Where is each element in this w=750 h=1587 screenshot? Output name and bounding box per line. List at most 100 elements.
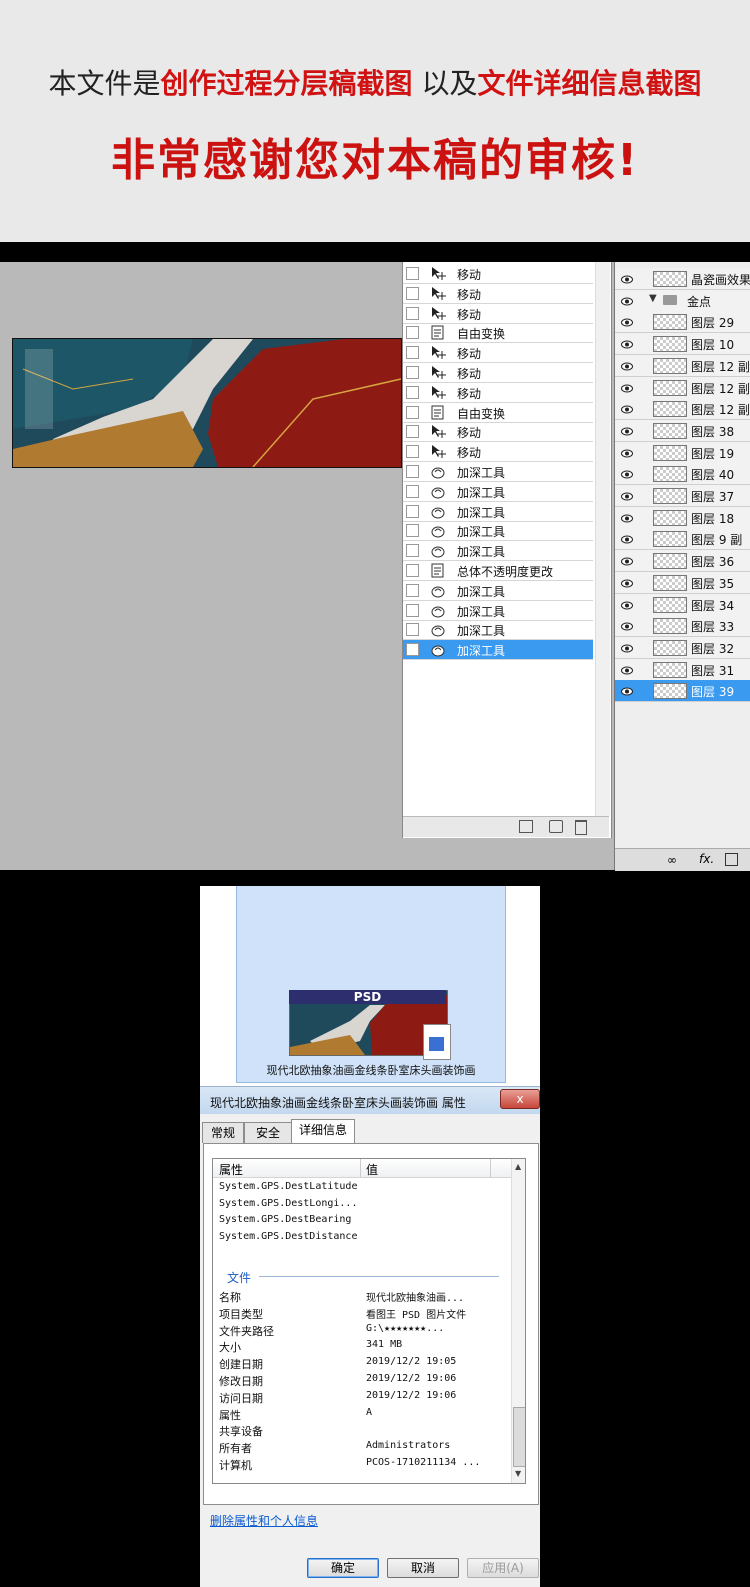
trash-icon[interactable]: [575, 820, 587, 835]
history-item[interactable]: 加深工具: [403, 640, 593, 661]
layer-row[interactable]: 图层 12 副本: [615, 376, 750, 399]
history-item[interactable]: 加深工具: [403, 482, 593, 502]
column-header-value[interactable]: 值: [366, 1161, 378, 1178]
history-item[interactable]: 移动: [403, 442, 593, 463]
history-item[interactable]: 移动: [403, 422, 593, 443]
remove-properties-link[interactable]: 删除属性和个人信息: [210, 1512, 318, 1529]
layer-row[interactable]: 图层 32: [615, 636, 750, 659]
history-snapshot-checkbox[interactable]: [406, 346, 419, 360]
history-item[interactable]: 加深工具: [403, 462, 593, 482]
layer-row[interactable]: 图层 31: [615, 658, 750, 681]
eye-icon[interactable]: [621, 664, 633, 675]
column-header-property[interactable]: 属性: [219, 1161, 243, 1178]
eye-icon[interactable]: [621, 273, 633, 284]
layer-row[interactable]: 图层 33: [615, 615, 750, 638]
eye-icon[interactable]: [621, 533, 633, 544]
cancel-button[interactable]: 取消: [387, 1558, 459, 1578]
history-snapshot-checkbox[interactable]: [406, 643, 419, 657]
layer-row[interactable]: 图层 37: [615, 485, 750, 507]
history-item[interactable]: 加深工具: [403, 620, 593, 641]
apply-button[interactable]: 应用(A): [467, 1558, 539, 1578]
layer-row[interactable]: 图层 19: [615, 441, 750, 464]
layer-row[interactable]: 图层 36: [615, 550, 750, 573]
history-item[interactable]: 加深工具: [403, 502, 593, 522]
details-scrollbar[interactable]: ▲ ▼: [511, 1159, 525, 1483]
scroll-thumb[interactable]: [513, 1407, 525, 1467]
eye-icon[interactable]: [621, 316, 633, 327]
eye-icon[interactable]: [621, 338, 633, 349]
history-item[interactable]: 加深工具: [403, 541, 593, 562]
history-snapshot-checkbox[interactable]: [406, 306, 419, 320]
history-snapshot-checkbox[interactable]: [406, 385, 419, 399]
scroll-down-icon[interactable]: ▼: [515, 1469, 521, 1478]
history-snapshot-checkbox[interactable]: [406, 445, 419, 459]
eye-icon[interactable]: [621, 599, 633, 609]
eye-icon[interactable]: [621, 642, 633, 653]
history-item[interactable]: 移动: [403, 383, 593, 403]
mask-icon[interactable]: [725, 853, 738, 866]
history-item[interactable]: 移动: [403, 264, 593, 284]
layer-row[interactable]: 图层 29: [615, 311, 750, 334]
eye-icon[interactable]: [621, 403, 633, 414]
eye-icon[interactable]: [621, 512, 633, 523]
eye-icon[interactable]: [621, 382, 633, 392]
layer-row[interactable]: 图层 12 副本: [615, 354, 750, 377]
history-snapshot-checkbox[interactable]: [406, 583, 419, 597]
history-item[interactable]: 自由变换: [403, 323, 593, 344]
history-item[interactable]: 移动: [403, 284, 593, 304]
eye-icon[interactable]: [621, 490, 633, 501]
history-snapshot-checkbox[interactable]: [406, 286, 419, 300]
history-item[interactable]: 加深工具: [403, 601, 593, 621]
layer-row[interactable]: 图层 10: [615, 333, 750, 356]
history-snapshot-checkbox[interactable]: [406, 544, 419, 558]
history-snapshot-checkbox[interactable]: [406, 405, 419, 419]
eye-icon[interactable]: [621, 620, 633, 631]
history-snapshot-checkbox[interactable]: [406, 564, 419, 577]
eye-icon[interactable]: [621, 468, 633, 479]
layer-row[interactable]: 图层 18: [615, 506, 750, 529]
scroll-up-icon[interactable]: ▲: [515, 1162, 521, 1171]
history-snapshot-checkbox[interactable]: [406, 366, 419, 379]
layer-row[interactable]: 图层 39: [615, 680, 750, 703]
eye-icon[interactable]: [621, 295, 633, 306]
history-snapshot-checkbox[interactable]: [406, 603, 419, 617]
eye-icon[interactable]: [621, 425, 633, 436]
history-snapshot-checkbox[interactable]: [406, 267, 419, 280]
layer-row[interactable]: 图层 34: [615, 593, 750, 616]
history-snapshot-checkbox[interactable]: [406, 524, 419, 538]
layer-row[interactable]: 图层 12 副本: [615, 398, 750, 421]
tab-details[interactable]: 详细信息: [291, 1119, 355, 1144]
history-snapshot-checkbox[interactable]: [406, 504, 419, 518]
history-item[interactable]: 移动: [403, 304, 593, 324]
close-button[interactable]: x: [500, 1089, 540, 1109]
history-snapshot-checkbox[interactable]: [406, 623, 419, 637]
eye-icon[interactable]: [621, 447, 633, 458]
eye-icon[interactable]: [621, 685, 633, 696]
layer-row[interactable]: ▼ 金点: [615, 289, 750, 312]
history-item[interactable]: 自由变换: [403, 403, 593, 423]
history-item[interactable]: 加深工具: [403, 581, 593, 601]
eye-icon[interactable]: [621, 577, 633, 588]
expand-arrow-icon[interactable]: ▼: [649, 293, 657, 304]
layer-row[interactable]: 图层 40: [615, 463, 750, 486]
history-item[interactable]: 总体不透明度更改: [403, 561, 593, 581]
history-item[interactable]: 移动: [403, 363, 593, 383]
link-icon[interactable]: ∞: [667, 853, 677, 867]
snapshot-icon[interactable]: [549, 820, 563, 833]
history-item[interactable]: 移动: [403, 343, 593, 364]
history-snapshot-checkbox[interactable]: [406, 465, 419, 478]
history-snapshot-checkbox[interactable]: [406, 425, 419, 439]
layer-row[interactable]: 晶瓷画效果: [615, 268, 750, 290]
tab-security[interactable]: 安全: [244, 1122, 292, 1143]
history-scrollbar[interactable]: [595, 262, 610, 816]
fx-button[interactable]: fx.: [699, 852, 714, 866]
eye-icon[interactable]: [621, 555, 633, 566]
layer-row[interactable]: 图层 9 副: [615, 528, 750, 551]
ok-button[interactable]: 确定: [307, 1558, 379, 1578]
tab-general[interactable]: 常规: [202, 1122, 244, 1143]
history-item[interactable]: 加深工具: [403, 521, 593, 542]
new-document-icon[interactable]: [519, 820, 533, 833]
eye-icon[interactable]: [621, 360, 633, 371]
history-snapshot-checkbox[interactable]: [406, 326, 419, 340]
history-snapshot-checkbox[interactable]: [406, 484, 419, 498]
